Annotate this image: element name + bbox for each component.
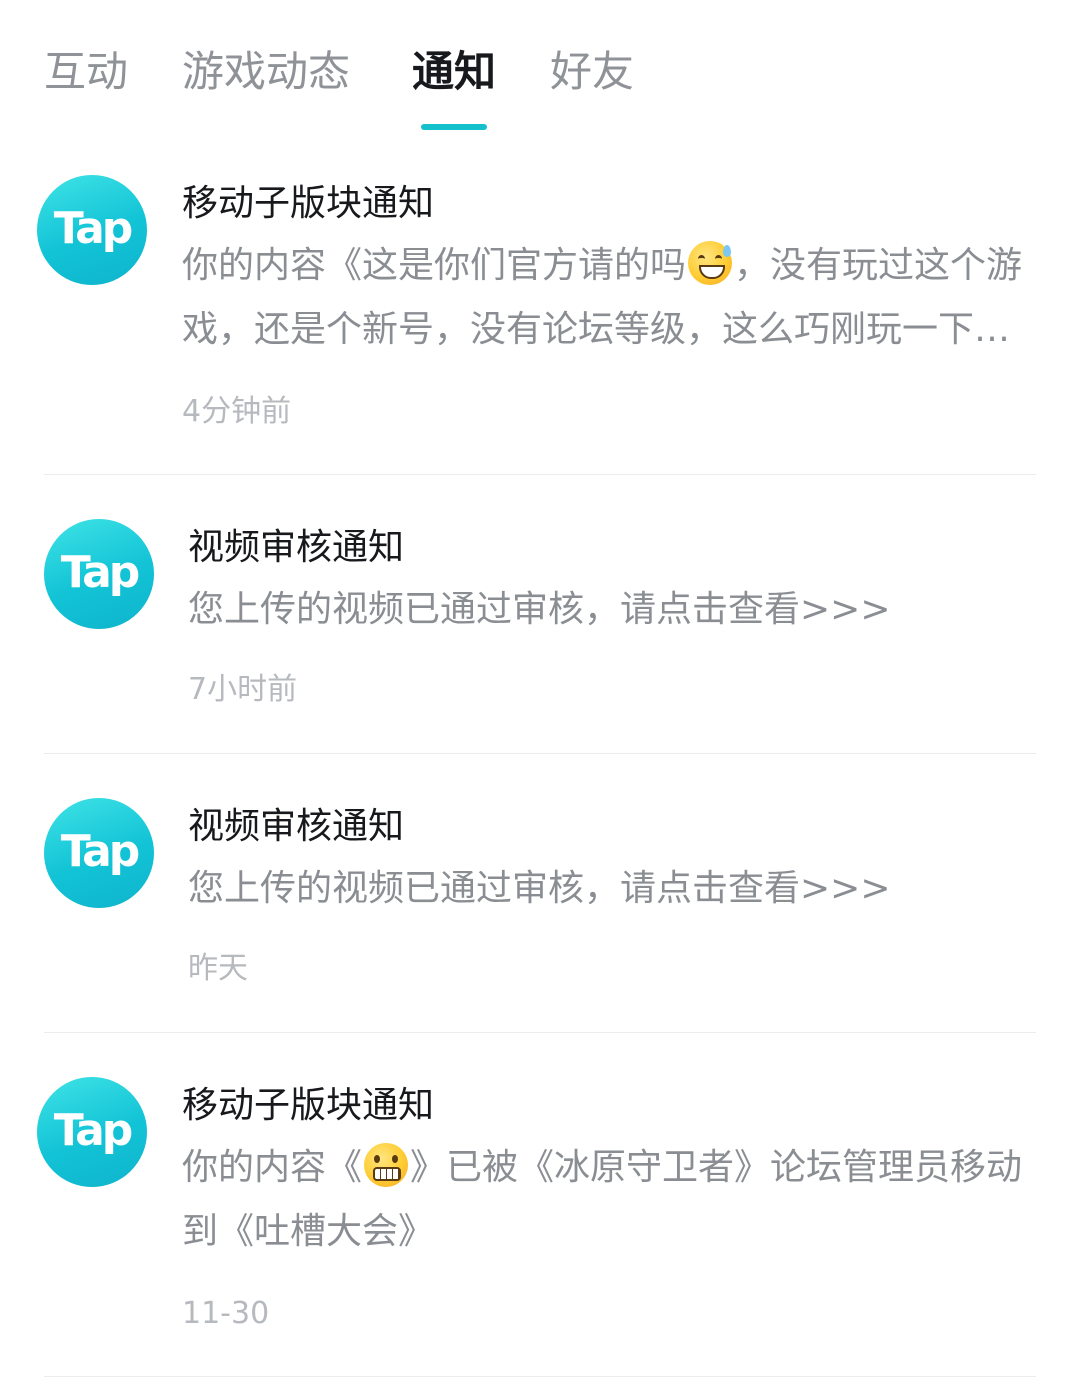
notification-title: 移动子版块通知 [182, 1085, 435, 1126]
tab-bar: 互动 游戏动态 通知 好友 [0, 0, 1080, 140]
divider [44, 1032, 1036, 1033]
divider [44, 753, 1036, 754]
body-text-before: 你的内容《这是你们官方请的吗 [182, 245, 687, 286]
tap-avatar: Tap [44, 798, 154, 908]
tap-avatar: Tap [44, 519, 154, 629]
tap-avatar: Tap [37, 1077, 147, 1187]
avatar-text: Tap [53, 202, 134, 254]
avatar-text: Tap [53, 1104, 134, 1156]
notification-item[interactable]: Tap 移动子版块通知 你的内容《 》已被《冰原守卫者》论坛管理员移动到《吐槽大会… [0, 1072, 1080, 1376]
notification-item[interactable]: Tap 视频审核通知 您上传的视频已通过审核，请点击查看>>> 昨天 [0, 793, 1080, 1032]
avatar-text: Tap [60, 825, 141, 877]
notification-body: 您上传的视频已通过审核，请点击查看>>> [188, 868, 891, 909]
notification-body: 你的内容《这是你们官方请的吗 ，没有玩过这个游戏，还是个新号，没有论坛等级，这么巧… [182, 234, 1032, 362]
notification-item[interactable]: Tap 移动子版块通知 你的内容《这是你们官方请的吗 ，没有玩过这个游戏，还是个新… [0, 170, 1080, 474]
divider [44, 474, 1036, 475]
active-tab-indicator [421, 124, 487, 130]
notification-time: 7小时前 [188, 672, 298, 707]
grinning-sweat-emoji [688, 241, 733, 285]
body-text-before: 你的内容《 [182, 1147, 363, 1188]
notification-title: 移动子版块通知 [182, 183, 435, 224]
notification-title: 视频审核通知 [188, 806, 405, 847]
grimacing-emoji [364, 1143, 409, 1187]
notifications-page: 互动 游戏动态 通知 好友 Tap 移动子版块通知 你的内容《这是你们官方请的吗… [0, 0, 1080, 1386]
notification-item[interactable]: Tap 视频审核通知 您上传的视频已通过审核，请点击查看>>> 7小时前 [0, 514, 1080, 753]
tab-interaction[interactable]: 互动 [44, 44, 128, 100]
notification-body: 您上传的视频已通过审核，请点击查看>>> [188, 589, 891, 630]
tab-game-updates[interactable]: 游戏动态 [182, 44, 350, 100]
notification-title: 视频审核通知 [188, 527, 405, 568]
notification-body: 你的内容《 》已被《冰原守卫者》论坛管理员移动到《吐槽大会》 [182, 1136, 1032, 1264]
notification-time: 4分钟前 [182, 394, 292, 429]
tab-notifications[interactable]: 通知 [412, 44, 496, 100]
divider [44, 1376, 1036, 1377]
tab-friends[interactable]: 好友 [550, 44, 634, 100]
avatar-text: Tap [60, 546, 141, 598]
notification-time: 昨天 [188, 951, 248, 986]
notification-time: 11-30 [182, 1296, 270, 1331]
tap-avatar: Tap [37, 175, 147, 285]
